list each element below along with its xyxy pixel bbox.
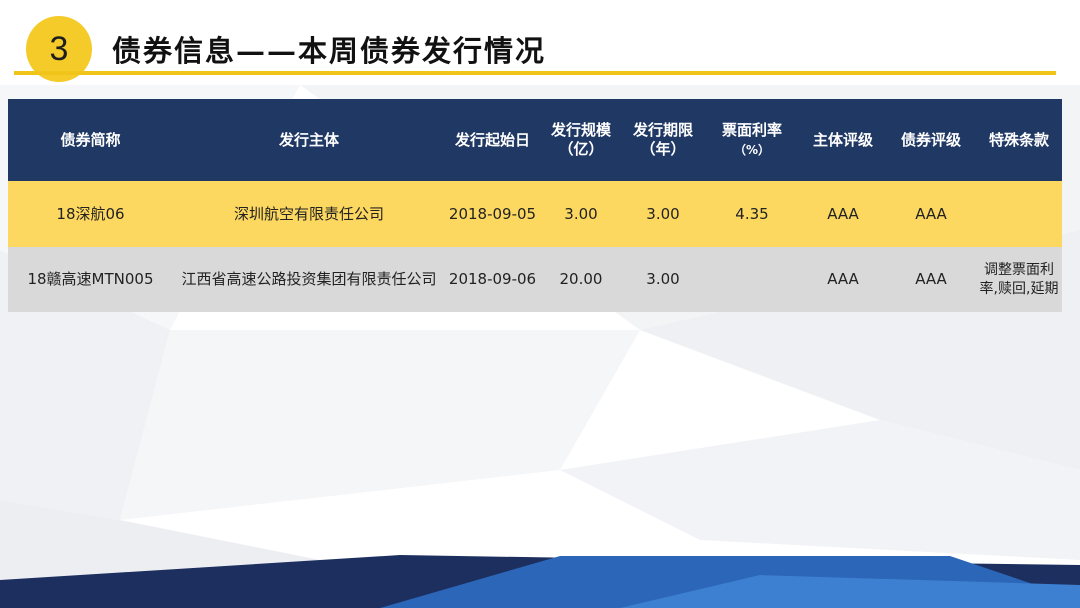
- title-underline: [14, 71, 1056, 75]
- cell-scale: 3.00: [540, 181, 622, 247]
- cell-scale: 20.00: [540, 247, 622, 312]
- cell-coupon: [704, 247, 800, 312]
- column-header-special-terms: 特殊条款: [976, 99, 1062, 181]
- cell-start-date: 2018-09-05: [445, 181, 540, 247]
- column-header-start-date: 发行起始日: [445, 99, 540, 181]
- bond-issuance-table: 债券简称 发行主体 发行起始日 发行规模 （亿） 发行期限 （年） 票面利率 （%） …: [8, 99, 1062, 312]
- page-title: 债券信息——本周债券发行情况: [112, 34, 547, 68]
- cell-issuer: 深圳航空有限责任公司: [173, 181, 445, 247]
- section-number: 3: [49, 29, 69, 68]
- cell-short-name: 18赣高速MTN005: [8, 247, 173, 312]
- cell-entity-rating: AAA: [800, 247, 886, 312]
- table-row: 18赣高速MTN005 江西省高速公路投资集团有限责任公司 2018-09-06…: [8, 247, 1062, 312]
- cell-special-terms: [976, 181, 1062, 247]
- cell-start-date: 2018-09-06: [445, 247, 540, 312]
- cell-special-terms: 调整票面利 率,赎回,延期: [976, 247, 1062, 312]
- cell-entity-rating: AAA: [800, 181, 886, 247]
- column-header-entity-rating: 主体评级: [800, 99, 886, 181]
- column-header-issuer: 发行主体: [173, 99, 445, 181]
- column-header-bond-rating: 债券评级: [886, 99, 976, 181]
- cell-bond-rating: AAA: [886, 181, 976, 247]
- cell-bond-rating: AAA: [886, 247, 976, 312]
- cell-short-name: 18深航06: [8, 181, 173, 247]
- cell-term: 3.00: [622, 181, 704, 247]
- table-row: 18深航06 深圳航空有限责任公司 2018-09-05 3.00 3.00 4…: [8, 181, 1062, 247]
- column-header-term: 发行期限 （年）: [622, 99, 704, 181]
- column-header-scale: 发行规模 （亿）: [540, 99, 622, 181]
- column-header-coupon: 票面利率 （%）: [704, 99, 800, 181]
- cell-issuer: 江西省高速公路投资集团有限责任公司: [173, 247, 445, 312]
- table-header-row: 债券简称 发行主体 发行起始日 发行规模 （亿） 发行期限 （年） 票面利率 （%） …: [8, 99, 1062, 181]
- cell-coupon: 4.35: [704, 181, 800, 247]
- column-header-short-name: 债券简称: [8, 99, 173, 181]
- cell-term: 3.00: [622, 247, 704, 312]
